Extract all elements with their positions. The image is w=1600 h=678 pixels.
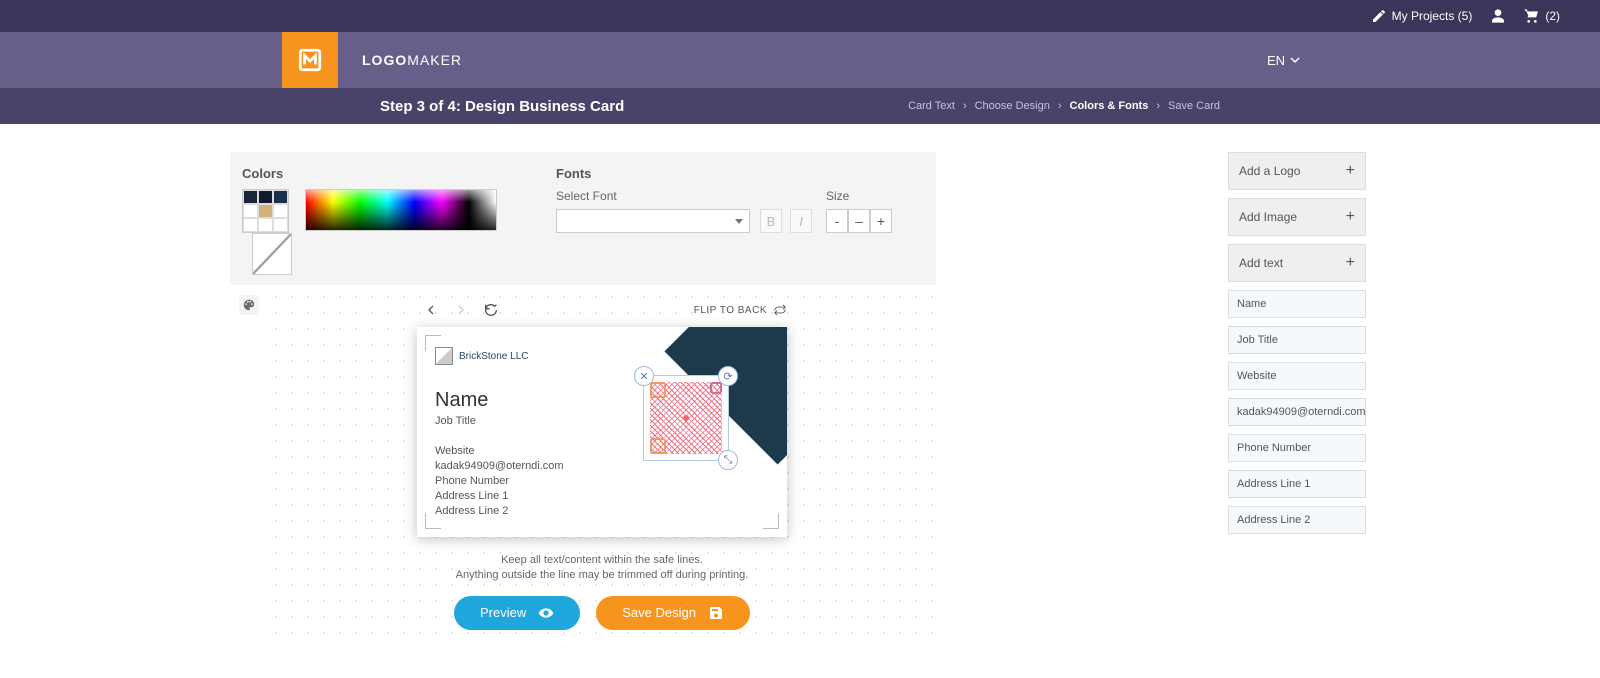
right-sidebar: Add a Logo+ Add Image+ Add text+ Name Job Ti… — [1228, 152, 1366, 636]
card-field-text[interactable]: Address Line 2 — [435, 505, 508, 517]
delete-handle[interactable]: ✕ — [634, 366, 654, 386]
color-spectrum[interactable] — [305, 189, 497, 231]
cart-icon — [1524, 8, 1540, 24]
cart-count: (2) — [1545, 9, 1560, 23]
my-projects-link[interactable]: My Projects (5) — [1371, 8, 1473, 24]
card-field-text[interactable]: Address Line 1 — [435, 490, 508, 502]
size-plus-button[interactable]: + — [870, 209, 892, 233]
plus-icon: + — [1346, 254, 1355, 272]
sidebar-tabs — [230, 289, 268, 636]
breadcrumb-item[interactable]: Save Card — [1168, 100, 1220, 112]
safe-corner — [763, 513, 779, 529]
step-bar: Step 3 of 4: Design Business Card Card T… — [0, 88, 1600, 124]
colors-title: Colors — [242, 166, 542, 181]
redo-button[interactable] — [447, 299, 475, 321]
side-header[interactable]: Add a Logo+ — [1228, 152, 1366, 190]
step-title: Step 3 of 4: Design Business Card — [380, 98, 624, 115]
flip-icon — [773, 303, 787, 317]
my-projects-label: My Projects (5) — [1392, 9, 1473, 23]
reset-button[interactable] — [477, 299, 505, 321]
pencil-icon — [1371, 8, 1387, 24]
bold-button[interactable]: B — [760, 209, 782, 233]
color-swatch[interactable] — [258, 218, 273, 232]
plus-icon: + — [1346, 162, 1355, 180]
color-swatch[interactable] — [243, 204, 258, 218]
options-panel: Colors Fonts Select Font B I Size - – — [230, 152, 936, 285]
side-input[interactable]: Phone Number — [1228, 434, 1366, 462]
arrow-right-icon — [453, 302, 469, 318]
breadcrumb-item[interactable]: Colors & Fonts — [1070, 100, 1149, 112]
brand-logo — [282, 32, 338, 88]
color-swatch[interactable] — [273, 218, 288, 232]
rotate-ccw-icon — [483, 302, 499, 318]
brand-text: LOGOMAKER — [362, 52, 462, 68]
size-label: Size — [826, 189, 892, 203]
breadcrumb-item[interactable]: Card Text — [908, 100, 955, 112]
save-design-button[interactable]: Save Design — [596, 596, 750, 630]
account-icon — [1490, 8, 1506, 24]
card-field-text[interactable]: Phone Number — [435, 475, 509, 487]
preview-button[interactable]: Preview — [454, 596, 580, 630]
side-input[interactable]: Name — [1228, 290, 1366, 318]
resize-handle[interactable]: ⤡ — [718, 450, 738, 470]
color-swatch[interactable] — [258, 204, 273, 218]
qr-image — [650, 382, 722, 454]
safe-area-note: Keep all text/content within the safe li… — [456, 553, 749, 584]
card-field-text[interactable]: Website — [435, 445, 475, 457]
card-field-text[interactable]: kadak94909@oterndi.com — [435, 460, 564, 472]
color-swatches[interactable] — [242, 189, 289, 233]
color-swatch[interactable] — [243, 190, 258, 204]
flip-card-button[interactable]: FLIP TO BACK — [694, 303, 787, 317]
color-swatch[interactable] — [273, 190, 288, 204]
side-header[interactable]: Add Image+ — [1228, 198, 1366, 236]
color-swatch[interactable] — [258, 190, 273, 204]
size-minus-button[interactable]: - — [826, 209, 848, 233]
size-control: - – + — [826, 209, 892, 233]
navbar: LOGOMAKER EN — [0, 32, 1600, 88]
no-fill-swatch[interactable] — [252, 233, 292, 275]
topbar: My Projects (5) (2) — [0, 0, 1600, 32]
qr-element[interactable]: ✕ ⟳ ⤡ — [643, 375, 729, 461]
undo-button[interactable] — [417, 299, 445, 321]
palette-tab[interactable] — [239, 295, 259, 315]
side-input[interactable]: Job Title — [1228, 326, 1366, 354]
breadcrumb: Card Text›Choose Design›Colors & Fonts›S… — [908, 100, 1220, 112]
side-input[interactable]: kadak94909@oterndi.com — [1228, 398, 1366, 426]
company-name: BrickStone LLC — [459, 351, 528, 362]
font-select[interactable] — [556, 209, 750, 233]
language-selector[interactable]: EN — [1267, 53, 1300, 68]
business-card[interactable]: BrickStone LLC Name Job Title ✕ ⟳ ⤡ Webs… — [417, 327, 787, 537]
eye-icon — [538, 605, 554, 621]
cart-link[interactable]: (2) — [1524, 8, 1560, 24]
palette-icon — [242, 298, 256, 312]
card-job-text[interactable]: Job Title — [435, 415, 476, 427]
side-input[interactable]: Website — [1228, 362, 1366, 390]
logo-icon — [435, 347, 453, 365]
side-input[interactable]: Address Line 1 — [1228, 470, 1366, 498]
card-logo[interactable]: BrickStone LLC — [435, 347, 528, 365]
italic-button[interactable]: I — [790, 209, 812, 233]
color-swatch[interactable] — [273, 204, 288, 218]
select-font-label: Select Font — [556, 189, 752, 203]
rotate-handle[interactable]: ⟳ — [718, 366, 738, 386]
chevron-down-icon — [1290, 55, 1300, 65]
canvas[interactable]: FLIP TO BACK BrickStone LLC Name Job Tit… — [268, 289, 936, 636]
color-swatch[interactable] — [243, 218, 258, 232]
breadcrumb-item[interactable]: Choose Design — [975, 100, 1050, 112]
save-icon — [708, 605, 724, 621]
side-input[interactable]: Address Line 2 — [1228, 506, 1366, 534]
side-header[interactable]: Add text+ — [1228, 244, 1366, 282]
card-name-text[interactable]: Name — [435, 389, 488, 412]
fonts-title: Fonts — [556, 166, 924, 181]
size-reset-button[interactable]: – — [848, 209, 870, 233]
plus-icon: + — [1346, 208, 1355, 226]
arrow-left-icon — [423, 302, 439, 318]
brand[interactable]: LOGOMAKER — [0, 32, 462, 88]
account-link[interactable] — [1490, 8, 1506, 24]
